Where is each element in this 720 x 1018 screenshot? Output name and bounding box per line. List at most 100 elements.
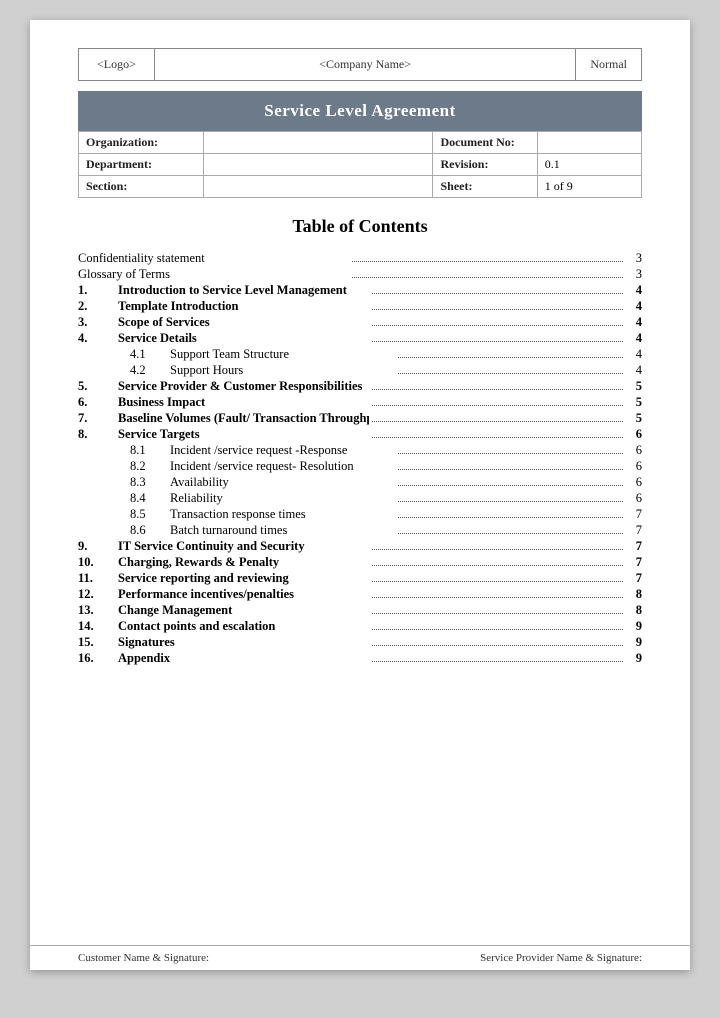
toc-number: 8.1 xyxy=(130,443,170,458)
toc-page: 7 xyxy=(626,555,642,570)
info-label: Section: xyxy=(79,176,204,198)
info-label: Organization: xyxy=(79,132,204,154)
info-label2: Revision: xyxy=(433,154,537,176)
toc-entry: 8.Service Targets6 xyxy=(78,427,642,442)
toc-label: Performance incentives/penalties xyxy=(118,587,369,602)
toc-label: Confidentiality statement xyxy=(78,251,349,266)
info-value2: 1 of 9 xyxy=(537,176,641,198)
toc-label: Glossary of Terms xyxy=(78,267,349,282)
toc-entry: 16.Appendix9 xyxy=(78,651,642,666)
toc-page: 5 xyxy=(626,395,642,410)
toc-number: 9. xyxy=(78,539,118,554)
toc-entry: 12.Performance incentives/penalties8 xyxy=(78,587,642,602)
toc-dots xyxy=(398,501,623,502)
company-name-text: <Company Name> xyxy=(319,57,411,72)
toc-number: 13. xyxy=(78,603,118,618)
toc-label: Availability xyxy=(170,475,395,490)
toc-number: 8.6 xyxy=(130,523,170,538)
toc-dots xyxy=(352,277,623,278)
toc-page: 9 xyxy=(626,635,642,650)
toc-number: 6. xyxy=(78,395,118,410)
toc-dots xyxy=(398,373,623,374)
toc-label: Contact points and escalation xyxy=(118,619,369,634)
toc-number: 8.4 xyxy=(130,491,170,506)
info-label2: Document No: xyxy=(433,132,537,154)
toc-dots xyxy=(398,485,623,486)
toc-label: Incident /service request -Response xyxy=(170,443,395,458)
toc-dots xyxy=(372,581,623,582)
page-content: <Logo> <Company Name> Normal Service Lev… xyxy=(30,20,690,945)
toc-page: 3 xyxy=(626,251,642,266)
toc-entry: 11.Service reporting and reviewing7 xyxy=(78,571,642,586)
toc-dots xyxy=(372,613,623,614)
toc-label: Batch turnaround times xyxy=(170,523,395,538)
toc-dots xyxy=(372,629,623,630)
info-value xyxy=(204,176,433,198)
toc-entry: 8.3Availability 6 xyxy=(78,475,642,490)
toc-entry: 14.Contact points and escalation9 xyxy=(78,619,642,634)
info-table: Organization: Document No: Department: R… xyxy=(78,131,642,198)
toc-entry: 9.IT Service Continuity and Security7 xyxy=(78,539,642,554)
toc-number: 15. xyxy=(78,635,118,650)
footer-left: Customer Name & Signature: xyxy=(78,952,209,964)
toc-entry: 8.4Reliability6 xyxy=(78,491,642,506)
info-value2 xyxy=(537,132,641,154)
toc-dots xyxy=(398,533,623,534)
toc-page: 4 xyxy=(626,299,642,314)
toc-entry: 1.Introduction to Service Level Manageme… xyxy=(78,283,642,298)
toc-dots xyxy=(372,405,623,406)
toc-number: 7. xyxy=(78,411,118,426)
toc-dots xyxy=(372,293,623,294)
toc-label: Signatures xyxy=(118,635,369,650)
status-text: Normal xyxy=(590,57,627,72)
toc-number: 8.5 xyxy=(130,507,170,522)
toc-page: 9 xyxy=(626,651,642,666)
toc-dots xyxy=(372,565,623,566)
toc-label: Support Hours xyxy=(170,363,395,378)
toc-page: 6 xyxy=(626,459,642,474)
info-row: Section: Sheet: 1 of 9 xyxy=(79,176,642,198)
toc-number: 4.2 xyxy=(130,363,170,378)
toc-number: 10. xyxy=(78,555,118,570)
toc-entry: 15.Signatures 9 xyxy=(78,635,642,650)
header-row: <Logo> <Company Name> Normal xyxy=(78,48,642,81)
toc-page: 5 xyxy=(626,379,642,394)
toc-page: 7 xyxy=(626,523,642,538)
toc-label: Service Targets xyxy=(118,427,369,442)
toc-page: 8 xyxy=(626,603,642,618)
toc-entry: Glossary of Terms 3 xyxy=(78,267,642,282)
toc-page: 3 xyxy=(626,267,642,282)
toc-dots xyxy=(372,389,623,390)
toc-page: 6 xyxy=(626,427,642,442)
toc-label: Service Details xyxy=(118,331,369,346)
toc-label: Service reporting and reviewing xyxy=(118,571,369,586)
info-value xyxy=(204,132,433,154)
footer-right: Service Provider Name & Signature: xyxy=(480,952,642,964)
toc-entry: 5.Service Provider & Customer Responsibi… xyxy=(78,379,642,394)
toc-list: Confidentiality statement3Glossary of Te… xyxy=(78,251,642,666)
toc-label: Transaction response times xyxy=(170,507,395,522)
company-name-cell: <Company Name> xyxy=(155,49,575,80)
toc-title: Table of Contents xyxy=(78,216,642,237)
toc-page: 7 xyxy=(626,539,642,554)
info-row: Organization: Document No: xyxy=(79,132,642,154)
toc-page: 7 xyxy=(626,571,642,586)
toc-label: Change Management xyxy=(118,603,369,618)
document-page: <Logo> <Company Name> Normal Service Lev… xyxy=(30,20,690,970)
toc-number: 1. xyxy=(78,283,118,298)
toc-page: 4 xyxy=(626,363,642,378)
toc-number: 8.3 xyxy=(130,475,170,490)
toc-page: 6 xyxy=(626,475,642,490)
status-cell: Normal xyxy=(575,49,641,80)
toc-number: 16. xyxy=(78,651,118,666)
toc-entry: 2.Template Introduction4 xyxy=(78,299,642,314)
toc-label: Incident /service request- Resolution xyxy=(170,459,395,474)
info-value2: 0.1 xyxy=(537,154,641,176)
logo-text: <Logo> xyxy=(97,57,136,72)
toc-label: Baseline Volumes (Fault/ Transaction Thr… xyxy=(118,411,369,426)
toc-label: Business Impact xyxy=(118,395,369,410)
toc-entry: 4.Service Details4 xyxy=(78,331,642,346)
toc-label: Scope of Services xyxy=(118,315,369,330)
toc-label: Service Provider & Customer Responsibili… xyxy=(118,379,369,394)
toc-dots xyxy=(372,325,623,326)
